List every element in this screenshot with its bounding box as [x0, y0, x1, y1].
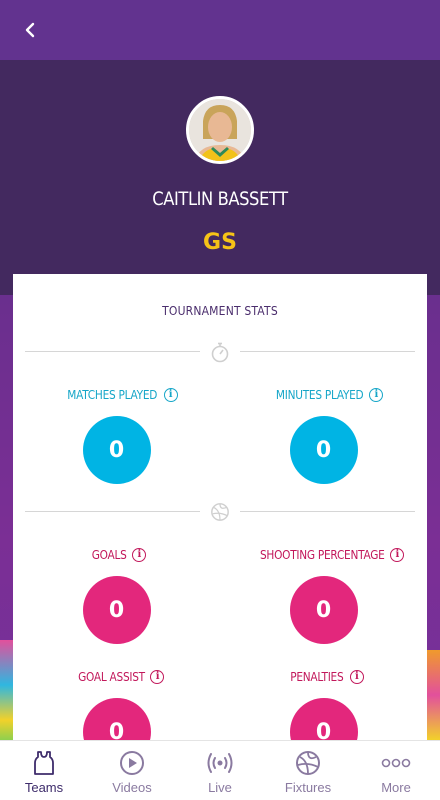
tab-label: Live: [208, 780, 232, 795]
stat-label: SHOOTING PERCENTAGE: [259, 548, 385, 562]
section-divider: [25, 500, 415, 524]
decorative-paint-splash: [426, 650, 440, 740]
netball-icon: [293, 749, 323, 777]
tab-live[interactable]: Live: [176, 741, 264, 800]
info-icon[interactable]: i: [163, 388, 178, 402]
player-position: GS: [203, 230, 237, 255]
stopwatch-icon: [210, 340, 230, 364]
tab-videos[interactable]: Videos: [88, 741, 176, 800]
stat-minutes-played: MINUTES PLAYED i 0: [220, 386, 427, 484]
info-icon[interactable]: i: [390, 548, 405, 562]
info-icon[interactable]: i: [369, 388, 384, 402]
top-app-bar: [0, 0, 440, 60]
avatar: [186, 96, 254, 164]
bottom-tab-bar: Teams Videos Live Fixtures More: [0, 740, 440, 800]
info-icon[interactable]: i: [150, 670, 165, 684]
stat-value: 0: [82, 576, 151, 644]
tab-more[interactable]: More: [352, 741, 440, 800]
card-title: TOURNAMENT STATS: [162, 304, 278, 318]
stat-value: 0: [289, 576, 358, 644]
stat-value: 0: [289, 416, 358, 484]
stat-label: GOAL ASSIST: [77, 670, 145, 684]
tab-label: Teams: [24, 780, 64, 795]
stat-matches-played: MATCHES PLAYED i 0: [13, 386, 220, 484]
tab-label: Videos: [112, 780, 152, 795]
netball-icon: [210, 500, 230, 524]
jersey-icon: [29, 749, 59, 777]
play-circle-icon: [117, 749, 147, 777]
tab-teams[interactable]: Teams: [0, 741, 88, 800]
stat-label: GOALS: [91, 548, 127, 562]
info-icon[interactable]: i: [132, 548, 147, 562]
more-dots-icon: [381, 749, 411, 777]
player-name: CAITLIN BASSETT: [152, 188, 288, 210]
stat-label: MATCHES PLAYED: [67, 388, 158, 402]
stat-label: PENALTIES: [290, 670, 344, 684]
info-icon[interactable]: i: [349, 670, 364, 684]
tournament-stats-card: TOURNAMENT STATS MATCHES PLAYED i 0 MINU…: [13, 274, 427, 766]
tab-fixtures[interactable]: Fixtures: [264, 741, 352, 800]
section-divider: [25, 340, 415, 364]
stat-goals: GOALS i 0: [13, 546, 220, 644]
tab-label: Fixtures: [284, 780, 332, 795]
stat-label: MINUTES PLAYED: [275, 388, 364, 402]
tab-label: More: [381, 780, 411, 795]
stat-shooting-percentage: SHOOTING PERCENTAGE i 0: [220, 546, 427, 644]
stat-value: 0: [82, 416, 151, 484]
chevron-left-icon: [25, 22, 35, 38]
back-button[interactable]: [18, 18, 42, 42]
broadcast-icon: [205, 749, 235, 777]
